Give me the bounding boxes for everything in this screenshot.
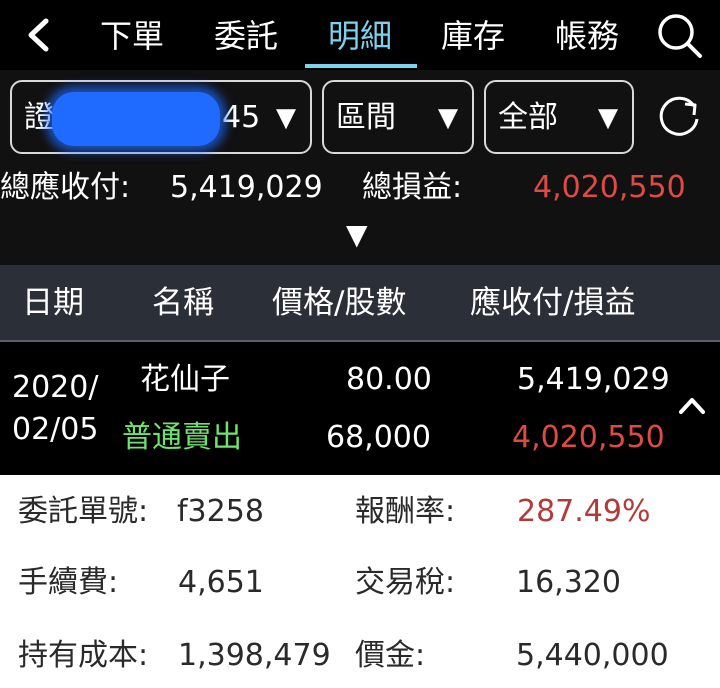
return-rate-value: 287.49% [517,494,651,529]
row-order-type: 普通賣出 [122,420,242,455]
amount-label: 價金: [355,638,426,673]
tab-inventory[interactable]: 庫存 [423,10,523,66]
row-shares: 68,000 [326,420,431,455]
row-date-line2: 02/05 [12,412,99,447]
tax-value: 16,320 [516,565,621,600]
expand-summary-toggle[interactable]: ▼ [346,218,368,251]
dropdown-arrow-icon: ▼ [276,103,296,133]
active-tab-indicator [305,64,417,68]
scope-select[interactable]: 全部 ▼ [484,80,634,154]
tab-order[interactable]: 下單 [82,10,182,66]
account-select[interactable]: 證 45 ▼ [10,80,312,154]
chevron-left-icon [28,18,49,52]
total-receivable-value: 5,419,029 [170,170,323,205]
refresh-button[interactable] [652,92,706,146]
row-receivable: 5,419,029 [517,362,670,397]
scope-select-label: 全部 [498,100,558,135]
tab-details[interactable]: 明細 [310,10,410,66]
fee-label: 手續費: [18,565,119,600]
search-icon [658,14,702,58]
dropdown-arrow-icon: ▼ [598,103,618,133]
tab-accounts[interactable]: 帳務 [537,10,637,66]
refresh-icon [659,96,699,136]
row-date-line1: 2020/ [12,370,99,405]
fee-value: 4,651 [178,565,264,600]
holding-cost-value: 1,398,479 [178,638,331,673]
row-stock-name: 花仙子 [140,362,230,397]
tab-entrust[interactable]: 委託 [196,10,296,66]
period-select-label: 區間 [336,100,396,135]
column-header-receivable-pnl: 應收付/損益 [470,285,636,321]
column-header-date: 日期 [22,285,84,321]
redacted-account-number [52,92,220,146]
collapse-row-button[interactable] [676,392,708,418]
search-button[interactable] [652,10,708,62]
row-price: 80.00 [346,362,432,397]
column-header-name: 名稱 [152,285,214,321]
order-no-label: 委託單號: [18,494,149,529]
row-pnl: 4,020,550 [512,420,665,455]
column-header-price-shares: 價格/股數 [272,285,407,321]
dropdown-arrow-icon: ▼ [438,103,458,133]
total-pnl-value: 4,020,550 [533,170,686,205]
holding-cost-label: 持有成本: [18,638,149,673]
total-receivable-label: 總應收付: [0,170,131,205]
period-select[interactable]: 區間 ▼ [322,80,474,154]
order-no-value: f3258 [177,494,264,529]
return-rate-label: 報酬率: [355,494,456,529]
chevron-up-icon [679,398,705,414]
back-button[interactable] [18,14,58,56]
total-pnl-label: 總損益: [362,170,463,205]
tax-label: 交易稅: [355,565,456,600]
amount-value: 5,440,000 [516,638,669,673]
